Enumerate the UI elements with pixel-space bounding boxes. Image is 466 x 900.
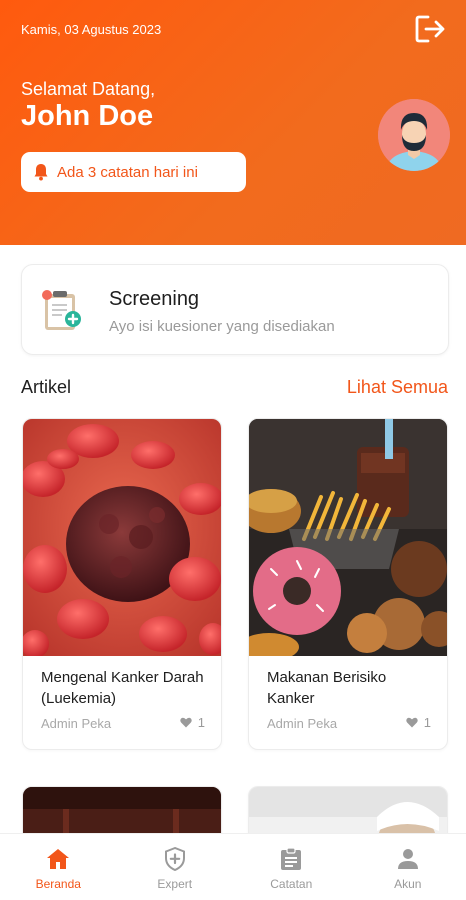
article-image-junk-food <box>249 419 447 656</box>
home-icon <box>46 847 70 871</box>
clipboard-icon <box>280 847 302 871</box>
article-image-blood-cells <box>23 419 221 656</box>
bottom-navigation: Beranda Expert Catatan Akun <box>0 833 466 900</box>
article-author: Admin Peka <box>41 716 112 731</box>
screening-card[interactable]: Screening Ayo isi kuesioner yang disedia… <box>21 264 449 355</box>
nav-label: Beranda <box>35 877 81 891</box>
screening-subtitle: Ayo isi kuesioner yang disediakan <box>109 318 335 335</box>
articles-heading: Artikel <box>21 377 72 397</box>
article-author: Admin Peka <box>267 716 338 731</box>
logout-button[interactable] <box>412 12 448 46</box>
see-all-link[interactable]: Lihat Semua <box>347 377 448 398</box>
user-avatar-illustration <box>378 99 450 171</box>
like-count: 1 <box>197 715 205 730</box>
bell-icon <box>33 163 49 181</box>
clipboard-medical-icon <box>41 287 89 335</box>
screening-title: Screening <box>109 288 200 310</box>
article-title: Makanan Berisiko Kanker <box>267 669 387 707</box>
article-card[interactable]: Mengenal Kanker Darah (Luekemia) Admin P… <box>22 418 222 750</box>
current-date: Kamis, 03 Agustus 2023 <box>21 22 162 37</box>
nav-item-akun[interactable]: Akun <box>350 834 466 900</box>
header-banner: Kamis, 03 Agustus 2023 Selamat Datang, J… <box>0 0 466 245</box>
like-counter[interactable]: 1 <box>406 715 431 730</box>
nav-item-catatan[interactable]: Catatan <box>233 834 350 900</box>
person-icon <box>397 847 419 871</box>
nav-item-expert[interactable]: Expert <box>117 834 234 900</box>
logout-icon <box>415 15 445 43</box>
nav-label: Catatan <box>270 877 313 891</box>
heart-icon <box>406 717 418 728</box>
user-name: John Doe <box>21 100 154 132</box>
greeting-text: Selamat Datang, <box>21 79 156 99</box>
notification-pill[interactable]: Ada 3 catatan hari ini <box>21 152 246 192</box>
notification-text: Ada 3 catatan hari ini <box>57 163 198 181</box>
avatar[interactable] <box>378 99 450 171</box>
nav-item-beranda[interactable]: Beranda <box>0 834 117 900</box>
heart-icon <box>180 717 192 728</box>
like-count: 1 <box>423 715 431 730</box>
article-title: Mengenal Kanker Darah (Luekemia) <box>41 669 204 707</box>
nav-label: Expert <box>157 877 193 891</box>
shield-plus-icon <box>164 847 186 871</box>
nav-label: Akun <box>394 877 422 891</box>
article-card[interactable]: Makanan Berisiko Kanker Admin Peka 1 <box>248 418 448 750</box>
like-counter[interactable]: 1 <box>180 715 205 730</box>
